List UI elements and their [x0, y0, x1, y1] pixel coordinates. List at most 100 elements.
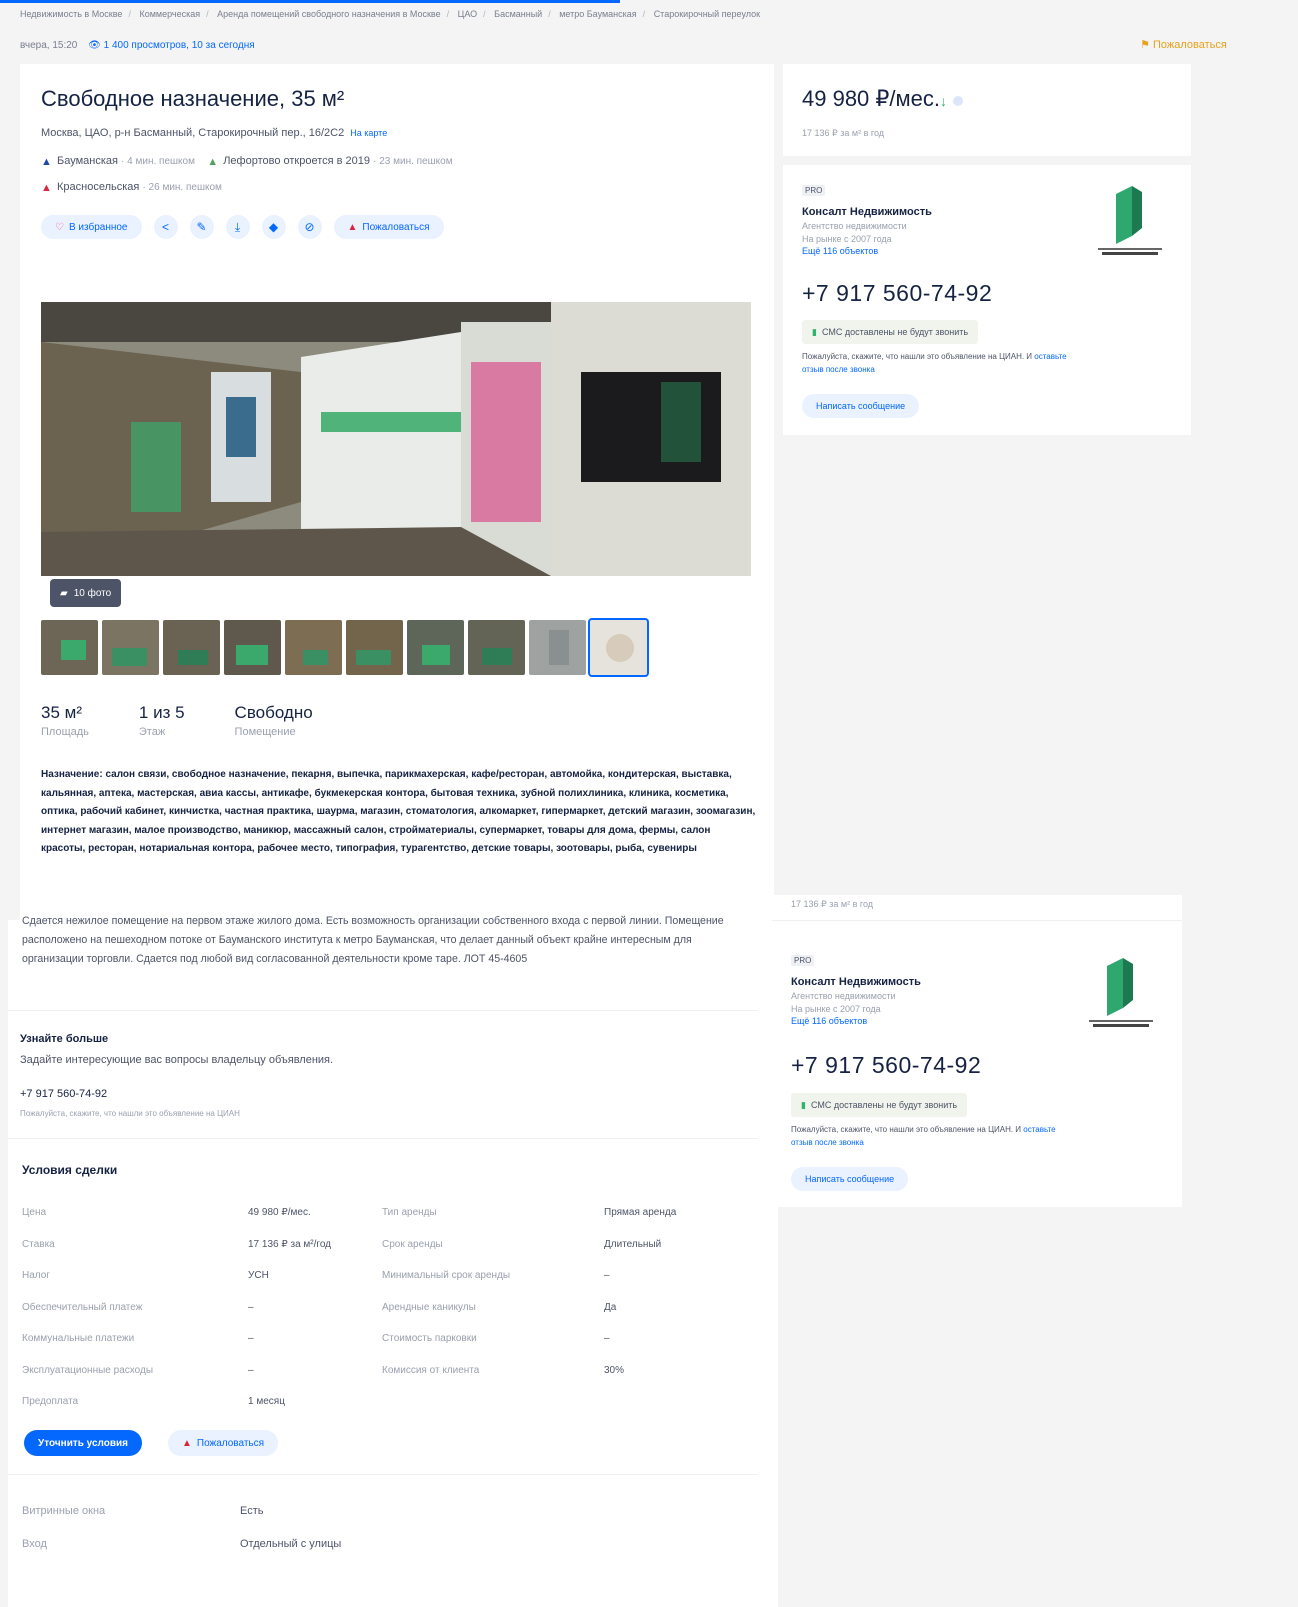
agent-more-link[interactable]: Ещё 116 объектов [802, 246, 932, 256]
divider [8, 1474, 758, 1475]
hide-button[interactable]: ⊘ [297, 215, 322, 239]
agent-logo[interactable] [1094, 184, 1166, 260]
page-title: Свободное назначение, 35 м² [41, 86, 345, 111]
thumbnail-strip [41, 618, 649, 677]
agent-type: Агентство недвижимости [791, 991, 896, 1001]
price-per-meter: 17 136 ₽ за м² в год [802, 128, 884, 138]
thumbnail[interactable] [529, 620, 586, 675]
conditions-row: Цена 49 980 ₽/мес. Тип аренды Прямая аренд… [22, 1207, 677, 1219]
fact-area: 35 м² Площадь [41, 703, 89, 738]
breadcrumb-item[interactable]: Старокирочный переулок [654, 9, 760, 19]
agent-logo-image [1098, 186, 1162, 255]
metro-line: ▲ Бауманская · 4 мин. пешком ▲ Лефортово о… [41, 155, 453, 168]
breadcrumb-item[interactable]: Коммерческая [139, 9, 200, 19]
eye-icon: 👁 [88, 40, 101, 51]
breadcrumb-item[interactable]: Басманный [494, 9, 542, 19]
metro-station[interactable]: Лефортово откроется в 2019 [223, 155, 370, 167]
breadcrumb-item[interactable]: ЦАО [458, 9, 477, 19]
photo-count-badge[interactable]: ▰ 10 фото [50, 579, 122, 607]
listing-meta: вчера, 15:20 👁 1 400 просмотров, 10 за с… [20, 40, 255, 51]
learn-more-phone[interactable]: +7 917 560-74-92 [20, 1088, 107, 1100]
agent-note: Пожалуйста, скажите, что нашли это объяв… [791, 1125, 1056, 1147]
compare-button[interactable]: ◆ [261, 215, 286, 239]
map-link[interactable]: На карте [350, 128, 387, 138]
hide-icon: ⊘ [304, 220, 315, 234]
download-button[interactable]: ⤓ [225, 215, 250, 239]
complain-button[interactable]: ▲ Пожаловаться [333, 215, 444, 239]
views-count[interactable]: 1 400 просмотров, 10 за сегодня [104, 40, 255, 51]
thumbnail[interactable] [163, 620, 220, 675]
conditions-title: Условия сделки [22, 1163, 118, 1177]
breadcrumb: Недвижимость в Москве / Коммерческая / Аре… [20, 9, 761, 19]
breadcrumb-item[interactable]: метро Бауманская [559, 9, 636, 19]
learn-more-title: Узнайте больше [20, 1033, 109, 1045]
conditions-row: Коммунальные платежи – Стоимость парковки… [22, 1333, 610, 1345]
complain-button[interactable]: ▲ Пожаловаться [168, 1430, 279, 1456]
fact-floor: 1 из 5 Этаж [138, 703, 185, 738]
agent-logo[interactable] [1085, 956, 1157, 1032]
breadcrumb-item[interactable]: Недвижимость в Москве [20, 9, 122, 19]
description-text: Сдается нежилое помещение на первом этаж… [22, 915, 724, 965]
download-icon: ⤓ [234, 219, 241, 234]
agent-phone[interactable]: +7 917 560-74-92 [802, 280, 992, 307]
agent-card-sticky [772, 895, 1182, 1207]
complain-link[interactable]: ⚑ Пожаловаться [1140, 38, 1227, 51]
conditions-table: Цена 49 980 ₽/мес. Тип аренды Прямая аренд… [22, 1197, 742, 1418]
agent-more-link[interactable]: Ещё 116 объектов [791, 1016, 921, 1026]
pencil-icon: ✎ [196, 220, 207, 234]
note-button[interactable]: ✎ [189, 215, 214, 239]
phone-icon: ▮ [812, 326, 817, 337]
agent-logo-image [1089, 958, 1153, 1027]
price-trend-icon[interactable]: ↓ [940, 93, 947, 109]
thumbnail[interactable] [407, 620, 464, 675]
conditions-row: Налог УСН Минимальный срок аренды – [22, 1270, 610, 1282]
agent-phone[interactable]: +7 917 560-74-92 [791, 1052, 981, 1079]
action-bar: ♡ В избранное < ✎ ⤓ ◆ ⊘ ▲ Пожаловаться [41, 215, 444, 239]
metro-line: ▲ Красносельская · 26 мин. пешком [41, 181, 222, 194]
breadcrumb-item[interactable]: Аренда помещений свободного назначения в… [217, 9, 440, 19]
phone-icon: ▮ [801, 1099, 806, 1110]
interior-photo [41, 302, 751, 576]
agent-info: PRO Консалт Недвижимость Агентство недви… [802, 180, 932, 256]
thumbnail[interactable] [285, 620, 342, 675]
learn-more-subtitle: Задайте интересующие вас вопросы владель… [20, 1054, 334, 1066]
agent-note: Пожалуйста, скажите, что нашли это объяв… [802, 352, 1067, 374]
conditions-row: Ставка 17 136 ₽ за м²/год Срок аренды Длит… [22, 1238, 662, 1250]
metro-station[interactable]: Красносельская [57, 181, 139, 193]
conditions-row: Предоплата 1 месяц [22, 1396, 285, 1408]
metro-icon: ▲ [207, 156, 219, 168]
compare-icon: ◆ [268, 220, 279, 234]
param-row: Вход Отдельный с улицы [22, 1537, 342, 1550]
share-button[interactable]: < [153, 215, 178, 239]
pro-badge: PRO [802, 185, 826, 196]
write-message-button[interactable]: Написать сообщение [791, 1167, 909, 1191]
write-message-button[interactable]: Написать сообщение [802, 394, 920, 418]
sms-status: ▮ СМС доставлены не будут звонить [791, 1093, 968, 1117]
agent-name[interactable]: Консалт Недвижимость [802, 206, 932, 218]
thumbnail-active[interactable] [588, 618, 649, 677]
flag-icon: ⚑ [1140, 39, 1150, 51]
metro-icon: ▲ [41, 182, 52, 194]
warning-icon: ▲ [347, 221, 358, 233]
top-link-underline [0, 0, 620, 3]
favorite-button[interactable]: ♡ В избранное [41, 215, 142, 239]
warning-icon: ▲ [182, 1437, 192, 1449]
agent-name[interactable]: Консалт Недвижимость [791, 976, 921, 988]
main-photo[interactable] [41, 302, 751, 576]
metro-station[interactable]: Бауманская [57, 155, 118, 167]
metro-icon: ▲ [41, 156, 52, 168]
thumbnail[interactable] [41, 620, 98, 675]
thumbnail[interactable] [468, 620, 525, 675]
thumbnail[interactable] [102, 620, 159, 675]
purpose-text: Назначение: салон связи, свободное назна… [41, 769, 756, 854]
thumbnail[interactable] [224, 620, 281, 675]
price: 49 980 ₽/мес.↓ [802, 86, 963, 112]
fact-premises: Свободно Помещение [234, 703, 313, 738]
info-icon[interactable] [952, 96, 963, 106]
divider [772, 920, 1182, 921]
camera-icon: ▰ [60, 587, 68, 599]
agent-since: На рынке с 2007 года [791, 1004, 881, 1014]
clarify-conditions-button[interactable]: Уточнить условия [24, 1430, 142, 1456]
updated-time: вчера, 15:20 [20, 40, 78, 51]
thumbnail[interactable] [346, 620, 403, 675]
